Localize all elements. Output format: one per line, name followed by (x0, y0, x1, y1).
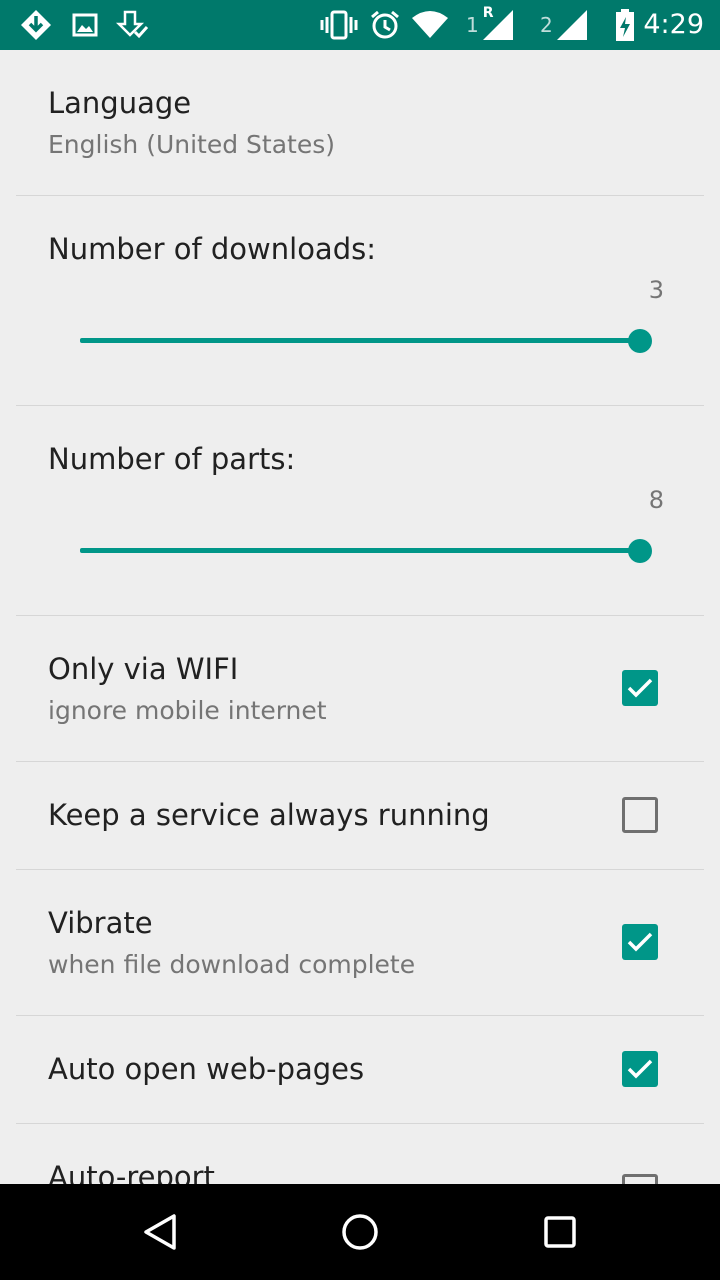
parts-seekbar-thumb[interactable] (628, 539, 652, 563)
vibrate-icon (320, 0, 358, 50)
checkmark-icon (627, 932, 653, 952)
alarm-icon (368, 0, 402, 50)
vibrate-preference[interactable]: Vibrate when file download complete (0, 870, 720, 1016)
vibrate-summary: when file download complete (48, 950, 416, 979)
checkmark-icon (627, 678, 653, 698)
auto-open-title: Auto open web-pages (48, 1052, 365, 1086)
back-icon (144, 1214, 176, 1250)
wifi-icon (410, 0, 450, 50)
downloads-seekbar[interactable] (80, 338, 640, 343)
signal-sim2-icon: 2 (540, 0, 589, 50)
language-summary: English (United States) (48, 130, 336, 159)
wifi-only-title: Only via WIFI (48, 652, 239, 686)
auto-open-preference[interactable]: Auto open web-pages (0, 1016, 720, 1124)
vibrate-title: Vibrate (48, 906, 153, 940)
vibrate-checkbox[interactable] (622, 924, 658, 960)
status-time: 4:29 (643, 9, 704, 40)
home-icon (342, 1214, 378, 1250)
navigation-bar (0, 1184, 720, 1280)
roaming-indicator: R (482, 5, 494, 21)
auto-report-checkbox[interactable] (622, 1174, 658, 1184)
downloads-preference: Number of downloads: 3 (0, 196, 720, 406)
downloads-seekbar-thumb[interactable] (628, 329, 652, 353)
language-title: Language (48, 86, 192, 120)
downloads-title: Number of downloads: (48, 232, 376, 266)
signal-sim1-icon: 1 R (466, 0, 515, 50)
back-button[interactable] (100, 1184, 220, 1280)
keep-service-checkbox[interactable] (622, 797, 658, 833)
parts-preference: Number of parts: 8 (0, 406, 720, 616)
status-bar: 1 R 2 4:29 (0, 0, 720, 50)
wifi-only-checkbox[interactable] (622, 670, 658, 706)
keep-service-title: Keep a service always running (48, 798, 490, 832)
sim2-label: 2 (540, 13, 553, 37)
parts-seekbar[interactable] (80, 548, 640, 553)
checkmark-icon (627, 1059, 653, 1079)
recents-icon (544, 1216, 576, 1248)
auto-report-preference[interactable]: Auto-report (0, 1124, 720, 1184)
settings-list[interactable]: Language English (United States) Number … (0, 50, 720, 1184)
sim1-label: 1 (466, 13, 479, 37)
recents-button[interactable] (500, 1184, 620, 1280)
download-icon (18, 0, 54, 50)
auto-report-title: Auto-report (48, 1160, 215, 1184)
auto-open-checkbox[interactable] (622, 1051, 658, 1087)
battery-icon (612, 0, 638, 50)
downloads-value: 3 (648, 276, 664, 304)
language-preference[interactable]: Language English (United States) (0, 50, 720, 196)
download-done-icon (114, 0, 150, 50)
wifi-only-summary: ignore mobile internet (48, 696, 327, 725)
wifi-only-preference[interactable]: Only via WIFI ignore mobile internet (0, 616, 720, 762)
keep-service-preference[interactable]: Keep a service always running (0, 762, 720, 870)
parts-value: 8 (648, 486, 664, 514)
parts-title: Number of parts: (48, 442, 296, 476)
home-button[interactable] (300, 1184, 420, 1280)
image-icon (70, 0, 100, 50)
